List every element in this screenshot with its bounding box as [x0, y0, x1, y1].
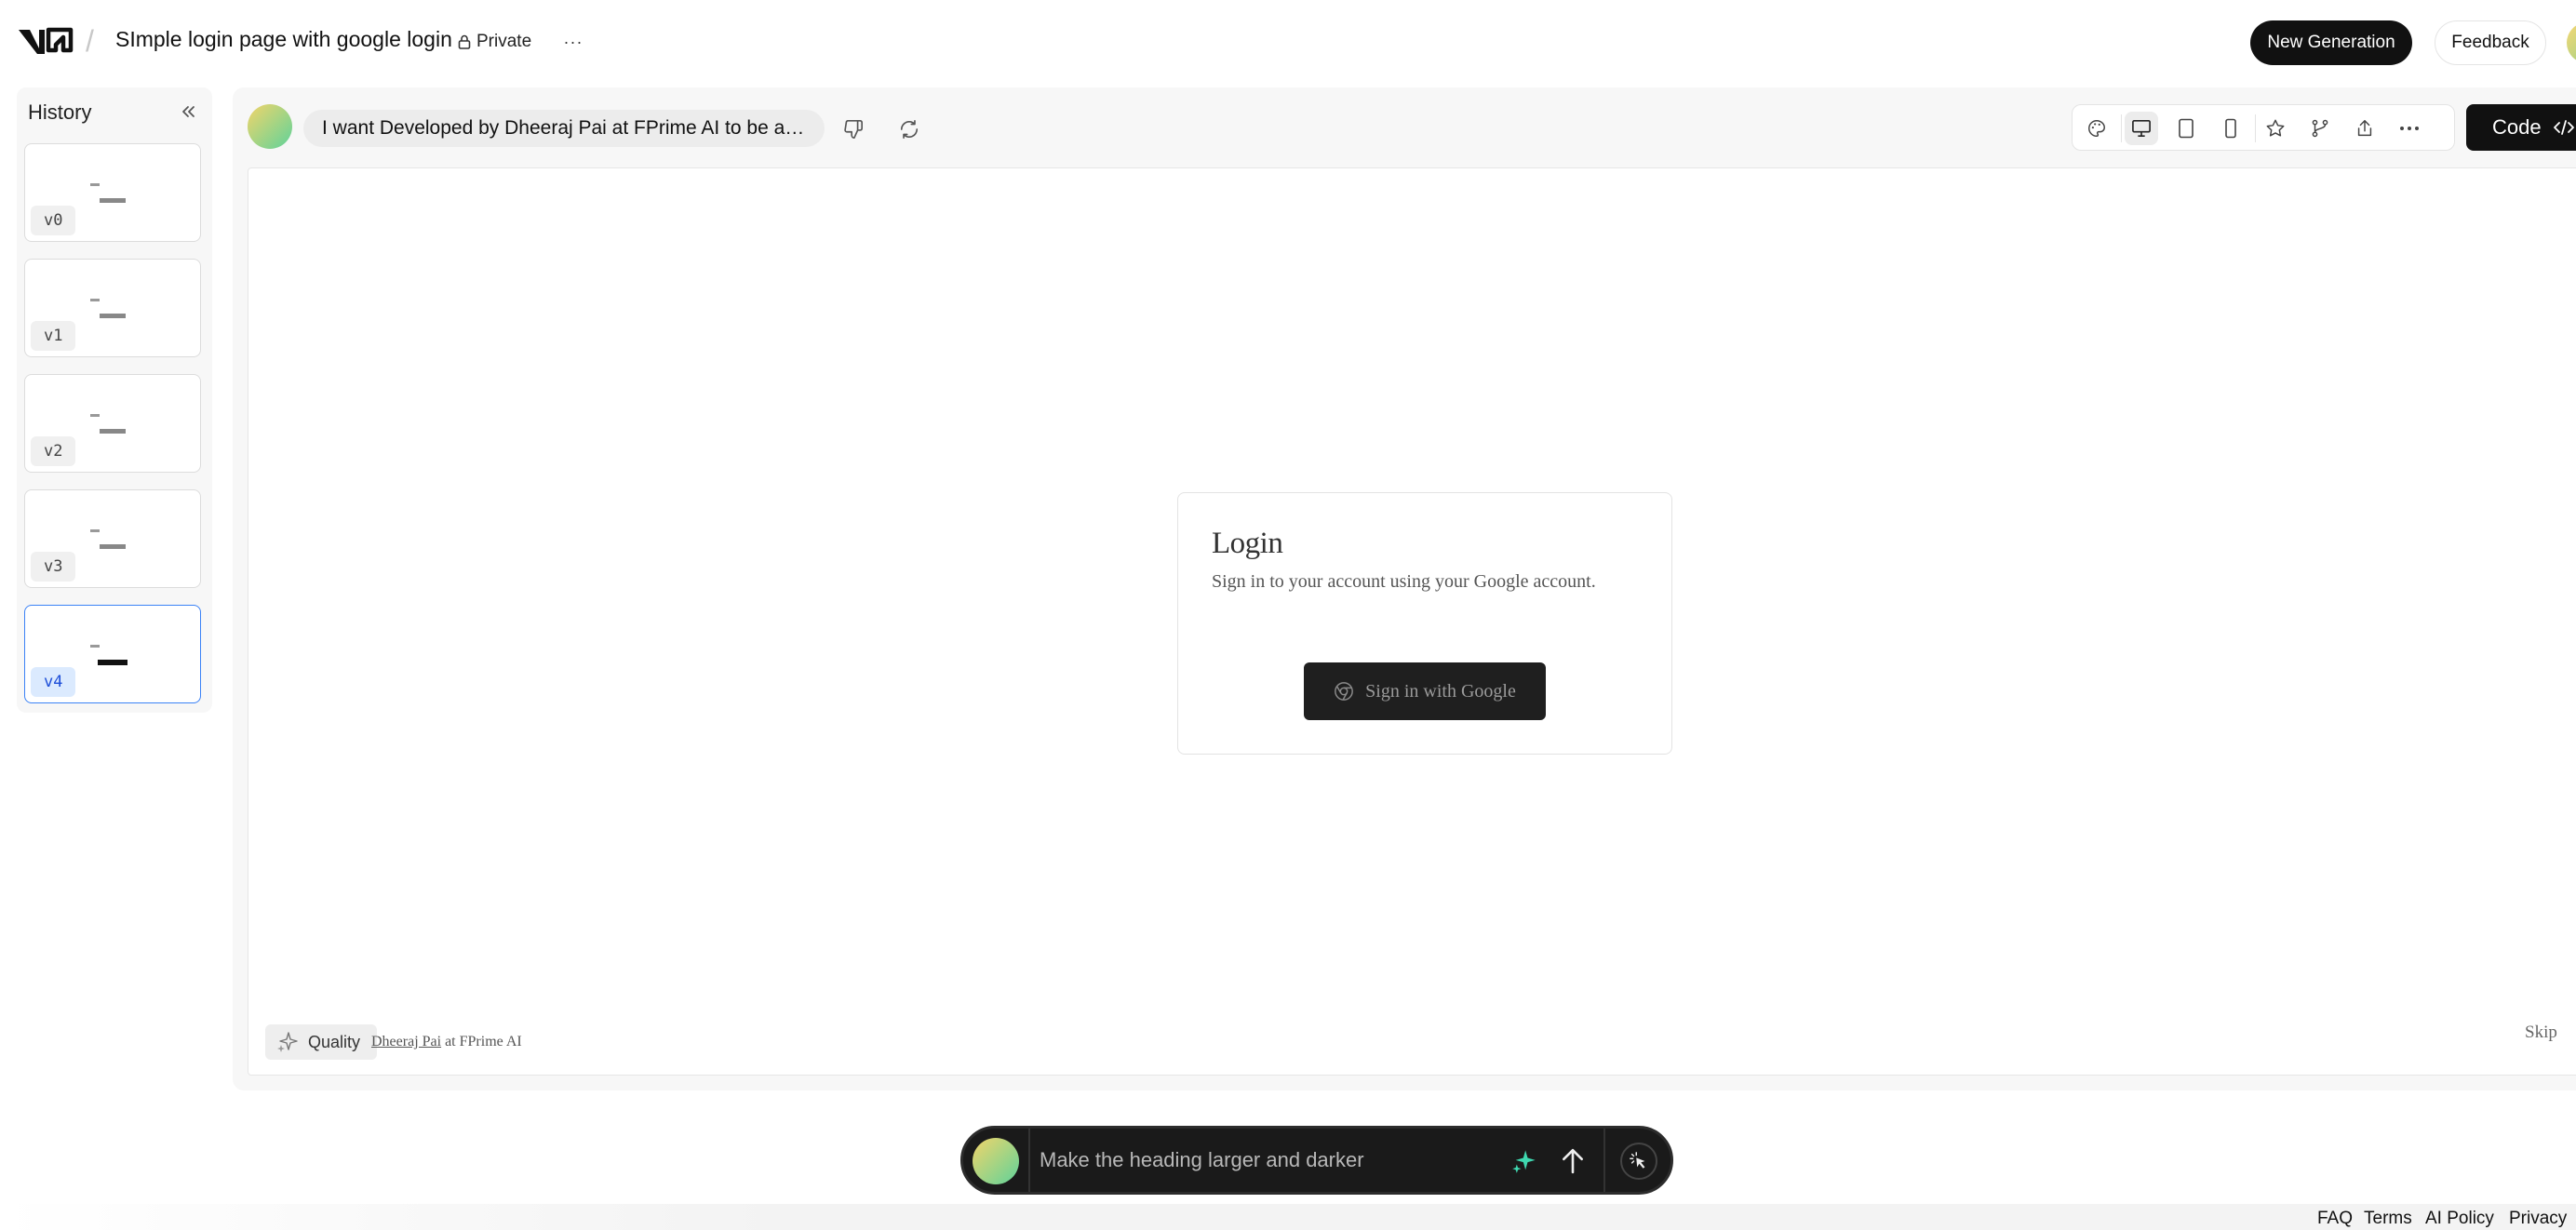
version-label: v0 — [31, 206, 75, 235]
version-label: v4 — [31, 667, 75, 697]
toolbar-divider — [2255, 114, 2256, 142]
visibility-badge[interactable]: Private — [458, 28, 531, 56]
thumbs-down-icon[interactable] — [838, 114, 869, 145]
fork-icon[interactable] — [2303, 112, 2337, 145]
login-card: Login Sign in to your account using your… — [1177, 492, 1672, 755]
version-label: v3 — [31, 552, 75, 582]
prompt-divider — [1603, 1129, 1605, 1192]
version-thumbnail-button — [100, 544, 126, 549]
google-button-label: Sign in with Google — [1365, 680, 1516, 702]
history-title: History — [28, 100, 92, 124]
developer-credit: Dheeraj Pai at FPrime AI — [371, 1034, 522, 1050]
prompt-author-avatar — [248, 104, 292, 149]
footer: FAQ Terms AI Policy Privacy — [0, 1204, 2576, 1230]
prompt-divider — [1028, 1129, 1030, 1192]
feedback-button[interactable]: Feedback — [2435, 20, 2546, 65]
visibility-label: Private — [476, 32, 532, 51]
tablet-view-icon[interactable] — [2169, 112, 2203, 145]
footer-link-terms[interactable]: Terms — [2364, 1209, 2412, 1229]
version-label: v2 — [31, 436, 75, 466]
new-generation-button[interactable]: New Generation — [2250, 20, 2412, 65]
top-bar: / SImple login page with google login Pr… — [0, 0, 2576, 84]
code-icon — [2553, 118, 2575, 137]
desktop-view-icon[interactable] — [2125, 112, 2158, 145]
version-thumbnail — [90, 183, 100, 186]
version-thumbnail-button — [100, 314, 126, 318]
quality-badge[interactable]: Quality — [265, 1024, 377, 1060]
palette-icon[interactable] — [2080, 112, 2113, 145]
enhance-prompt-icon[interactable] — [1509, 1145, 1540, 1177]
version-thumbnail — [90, 299, 100, 301]
history-sidebar: History v0 v1 v2 v3 v4 — [17, 87, 212, 713]
element-select-icon[interactable] — [1620, 1143, 1657, 1180]
v0-logo[interactable] — [17, 26, 74, 58]
project-more-button[interactable]: ··· — [555, 26, 592, 58]
preview-toolbar — [2072, 104, 2455, 151]
version-card-v4[interactable]: v4 — [24, 605, 201, 703]
mobile-view-icon[interactable] — [2214, 112, 2247, 145]
user-avatar[interactable] — [2567, 22, 2576, 63]
footer-link-privacy[interactable]: Privacy — [2509, 1209, 2567, 1229]
version-card-v2[interactable]: v2 — [24, 374, 201, 473]
version-card-v1[interactable]: v1 — [24, 259, 201, 357]
footer-link-ai-policy[interactable]: AI Policy — [2425, 1209, 2494, 1229]
chrome-icon — [1334, 681, 1354, 702]
chat-input[interactable] — [1040, 1132, 1477, 1188]
code-button-label: Code — [2492, 115, 2542, 139]
footer-link-faq[interactable]: FAQ — [2317, 1209, 2353, 1229]
send-arrow-icon[interactable] — [1555, 1143, 1590, 1179]
skip-link[interactable]: Skip — [2525, 1023, 2557, 1043]
star-icon[interactable] — [2259, 112, 2292, 145]
version-thumbnail-button — [100, 429, 126, 434]
sparkle-icon — [276, 1031, 299, 1053]
collapse-sidebar-icon[interactable] — [175, 99, 201, 125]
more-icon[interactable] — [2393, 112, 2426, 145]
version-thumbnail — [90, 414, 100, 417]
prompt-avatar — [973, 1138, 1019, 1184]
regenerate-icon[interactable] — [893, 114, 925, 145]
project-title[interactable]: SImple login page with google login — [115, 27, 452, 52]
lock-icon — [458, 34, 471, 49]
google-sign-in-button[interactable]: Sign in with Google — [1304, 662, 1546, 720]
toolbar-divider — [2121, 114, 2122, 142]
login-subtitle: Sign in to your account using your Googl… — [1212, 571, 1596, 592]
credit-rest: at FPrime AI — [441, 1034, 522, 1050]
share-icon[interactable] — [2348, 112, 2381, 145]
quality-label: Quality — [308, 1032, 361, 1051]
version-thumbnail — [90, 645, 100, 648]
login-heading: Login — [1212, 527, 1283, 560]
prompt-message[interactable]: I want Developed by Dheeraj Pai at FPrim… — [303, 110, 825, 147]
generation-panel: I want Developed by Dheeraj Pai at FPrim… — [233, 87, 2576, 1090]
version-card-v3[interactable]: v3 — [24, 489, 201, 588]
code-button[interactable]: Code — [2466, 104, 2576, 151]
preview-frame[interactable]: Login Sign in to your account using your… — [248, 167, 2576, 1076]
credit-name-link[interactable]: Dheeraj Pai — [371, 1034, 441, 1050]
version-card-v0[interactable]: v0 — [24, 143, 201, 242]
breadcrumb-separator: / — [86, 24, 94, 58]
version-thumbnail-button — [100, 198, 126, 203]
chat-prompt-bar — [960, 1126, 1673, 1195]
version-thumbnail — [90, 529, 100, 532]
version-thumbnail-button — [98, 660, 127, 665]
version-label: v1 — [31, 321, 75, 351]
